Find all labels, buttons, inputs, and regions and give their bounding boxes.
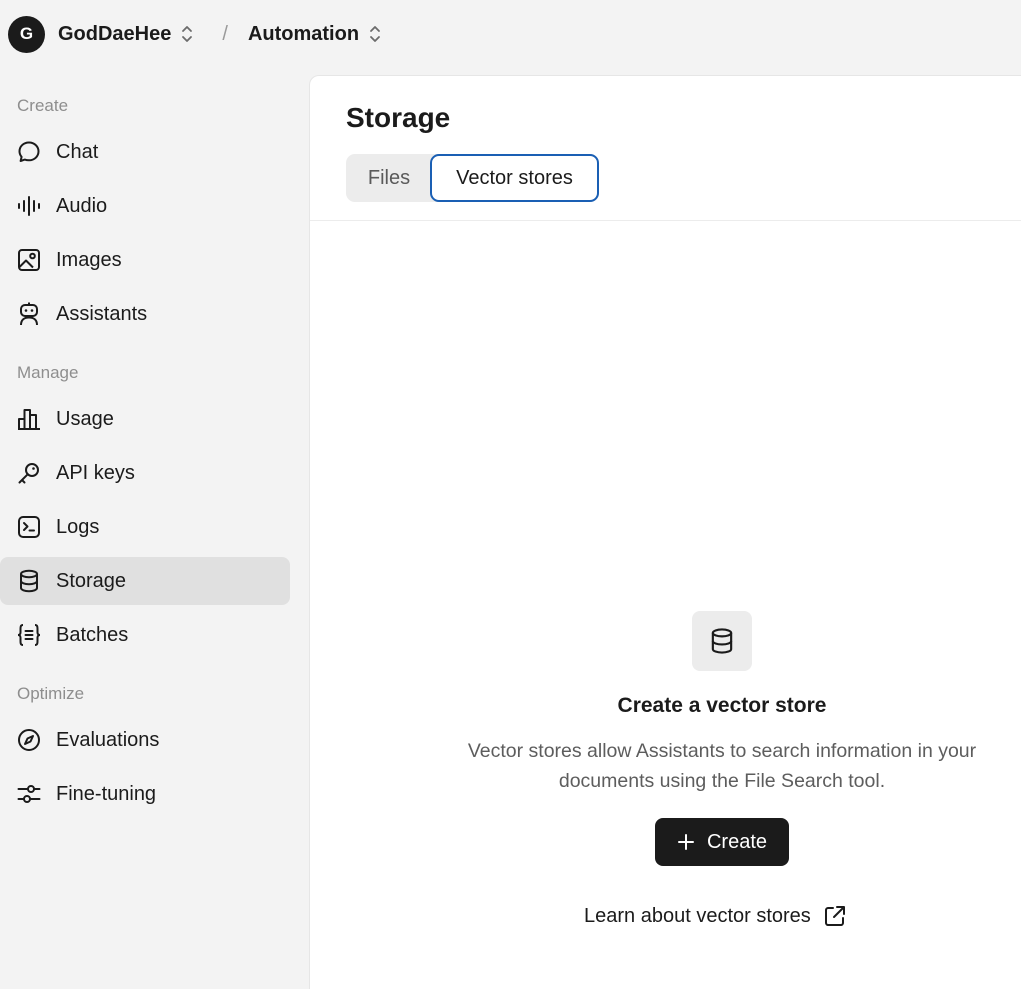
storage-tabs: Files Vector stores <box>346 154 599 202</box>
sidebar-item-label: Audio <box>56 194 108 217</box>
sidebar-item-assistants[interactable]: Assistants <box>0 290 290 338</box>
section-label-create: Create <box>17 96 69 115</box>
sidebar-item-label: Storage <box>56 569 127 592</box>
sidebar-item-label: Chat <box>56 140 99 163</box>
chevron-up-down-icon <box>368 24 382 44</box>
sidebar-item-chat[interactable]: Chat <box>0 128 290 176</box>
learn-about-vector-stores-link[interactable]: Learn about vector stores <box>584 902 847 930</box>
empty-state-description: Vector stores allow Assistants to search… <box>467 740 977 792</box>
sidebar-item-label: Images <box>56 248 122 271</box>
compass-icon <box>16 727 42 753</box>
sidebar-item-batches[interactable]: Batches <box>0 611 290 659</box>
robot-icon <box>16 301 42 327</box>
avatar-letter: G <box>19 24 34 43</box>
section-label-manage: Manage <box>17 363 79 382</box>
create-button-label: Create <box>706 830 768 853</box>
main-panel: Storage Files Vector stores Create a vec… <box>309 75 1021 989</box>
plus-icon <box>677 833 695 851</box>
sidebar-item-label: Fine-tuning <box>56 782 157 805</box>
learn-link-label: Learn about vector stores <box>584 904 811 927</box>
chevron-up-down-icon <box>180 24 194 44</box>
breadcrumb-separator: / <box>222 22 228 45</box>
section-label-optimize: Optimize <box>17 684 85 703</box>
org-avatar[interactable]: G <box>8 15 45 53</box>
database-icon <box>692 611 752 671</box>
sidebar-item-audio[interactable]: Audio <box>0 182 290 230</box>
top-bar: G GodDaeHee / Automation <box>0 0 1021 68</box>
header-divider <box>310 220 1021 221</box>
database-icon <box>16 568 42 594</box>
chat-bubble-icon <box>16 139 42 165</box>
sidebar-item-label: Batches <box>56 623 129 646</box>
sliders-icon <box>16 781 42 807</box>
sidebar-item-label: API keys <box>56 461 135 484</box>
terminal-icon <box>16 514 42 540</box>
curly-braces-icon <box>16 622 42 648</box>
tab-vector-stores[interactable]: Vector stores <box>430 154 599 202</box>
org-switcher[interactable]: GodDaeHee <box>58 23 194 46</box>
sidebar-item-logs[interactable]: Logs <box>0 503 290 551</box>
sidebar-item-fine-tuning[interactable]: Fine-tuning <box>0 770 290 818</box>
sidebar-item-storage[interactable]: Storage <box>0 557 290 605</box>
sidebar-item-label: Usage <box>56 407 114 430</box>
sidebar-item-label: Evaluations <box>56 728 160 751</box>
bar-chart-icon <box>16 406 42 432</box>
create-vector-store-button[interactable]: Create <box>655 818 789 866</box>
sidebar-item-label: Assistants <box>56 302 148 325</box>
project-name: Automation <box>247 22 360 45</box>
sidebar-item-usage[interactable]: Usage <box>0 395 290 443</box>
org-name: GodDaeHee <box>58 22 172 45</box>
tab-files[interactable]: Files <box>346 154 432 202</box>
sidebar-item-images[interactable]: Images <box>0 236 290 284</box>
page-title: Storage <box>346 102 451 133</box>
empty-state-title: Create a vector store <box>617 694 827 717</box>
sidebar-item-evaluations[interactable]: Evaluations <box>0 716 290 764</box>
project-switcher[interactable]: Automation <box>248 23 382 46</box>
external-link-icon <box>823 904 847 928</box>
image-icon <box>16 247 42 273</box>
sidebar-item-api-keys[interactable]: API keys <box>0 449 290 497</box>
key-icon <box>16 460 42 486</box>
audio-waveform-icon <box>16 193 42 219</box>
sidebar-item-label: Logs <box>56 515 100 538</box>
